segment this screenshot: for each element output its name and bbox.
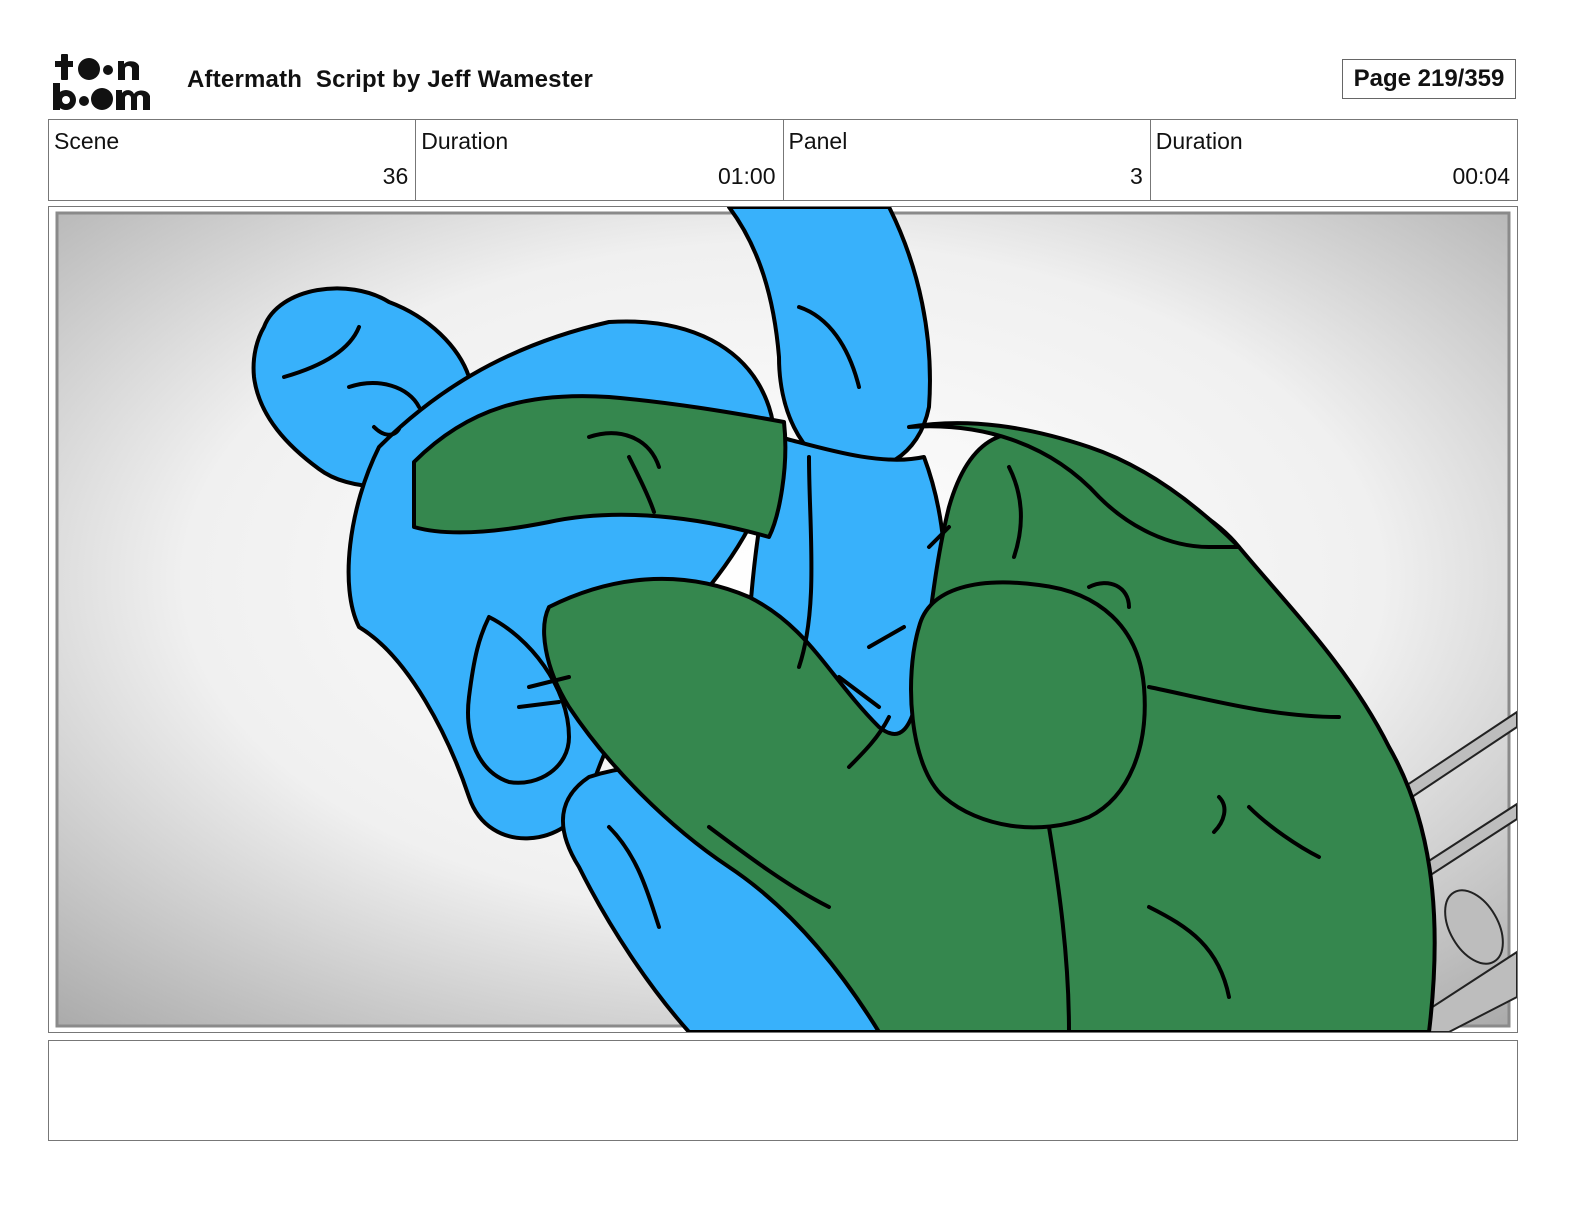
- scene-duration-cell: Duration 01:00: [416, 120, 784, 200]
- panel-duration-cell: Duration 00:04: [1151, 120, 1517, 200]
- scene-duration-value: 01:00: [717, 163, 776, 189]
- scene-duration-label: Duration: [421, 128, 509, 154]
- document-title: Aftermath Script by Jeff Wamester: [187, 66, 594, 93]
- scene-value: 36: [382, 163, 409, 189]
- scene-cell: Scene 36: [49, 120, 417, 200]
- page-number: Page 219/359: [1342, 59, 1516, 99]
- panel-duration-value: 00:04: [1452, 163, 1510, 189]
- storyboard-drawing: [49, 207, 1517, 1032]
- toon-boom-logo: [53, 54, 150, 110]
- panel-label: Panel: [788, 128, 848, 154]
- panel-duration-label: Duration: [1155, 128, 1243, 154]
- scene-label: Scene: [54, 128, 120, 154]
- panel-value: 3: [1129, 163, 1143, 189]
- panel-cell: Panel 3: [784, 120, 1151, 200]
- storyboard-panel-frame: [48, 206, 1518, 1033]
- panel-notes-box: [48, 1040, 1518, 1141]
- scene-info-table: Scene 36 Duration 01:00 Panel 3 Duration…: [48, 119, 1518, 201]
